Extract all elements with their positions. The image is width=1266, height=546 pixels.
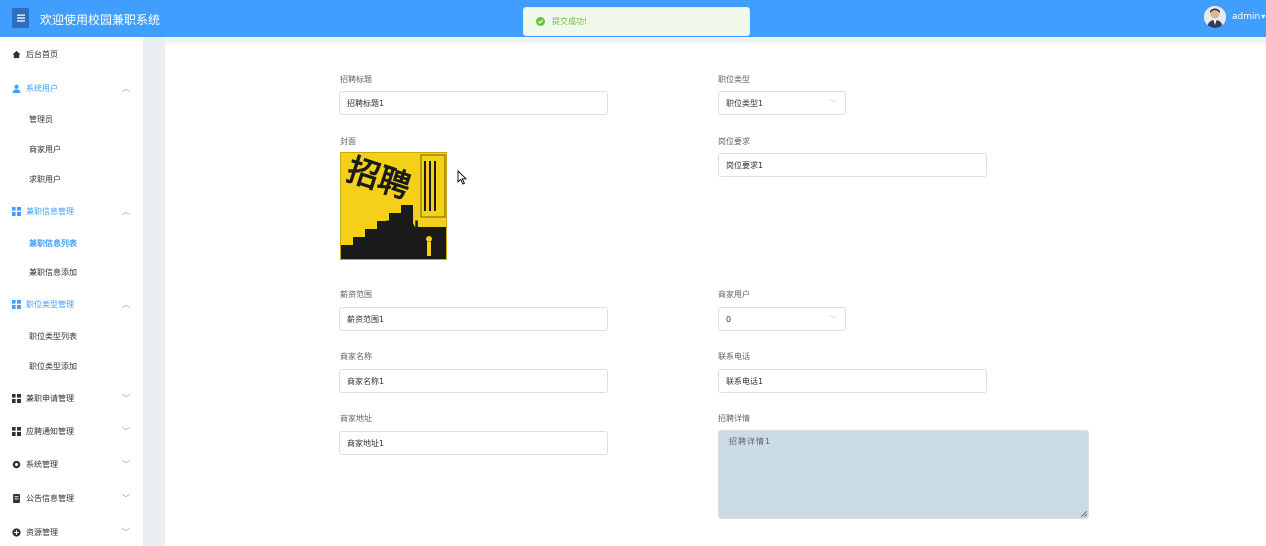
sidebar-item-job-type[interactable]: 职位类型管理 ︿: [0, 289, 143, 319]
sidebar-subitem-label: 商家用户: [29, 144, 61, 154]
requirement-input[interactable]: 岗位要求1: [718, 153, 987, 177]
sidebar: 后台首页 系统用户 ︿ 管理员 商家用户 求职用户 兼职信息管理 ︿ 兼职信息列…: [0, 37, 143, 546]
sidebar-subitem-admin[interactable]: 管理员: [0, 104, 143, 134]
job-type-select[interactable]: 职位类型1 ﹀: [718, 91, 846, 115]
grid-icon: [12, 426, 21, 436]
job-type-select-value: 职位类型1: [726, 98, 764, 108]
title-input[interactable]: 招聘标题1: [339, 91, 608, 115]
gear-icon: [12, 460, 21, 469]
user-icon: [12, 84, 21, 93]
grid-icon: [12, 299, 21, 309]
sidebar-subitem-parttime-add[interactable]: 兼职信息添加: [0, 257, 143, 287]
salary-label: 薪资范围: [340, 290, 372, 299]
address-input[interactable]: 商家地址1: [339, 431, 608, 455]
merchant-name-input[interactable]: 商家名称1: [339, 369, 608, 393]
detail-label: 招聘详情: [718, 414, 750, 423]
sidebar-subitem-label: 职位类型添加: [29, 361, 77, 371]
mouse-cursor-icon: [457, 170, 467, 185]
sidebar-item-label: 兼职信息管理: [26, 206, 74, 216]
chevron-down-icon: ﹀: [122, 493, 130, 503]
sidebar-subitem-label: 管理员: [29, 114, 53, 124]
phone-input[interactable]: 联系电话1: [718, 369, 987, 393]
sidebar-item-parttime-info[interactable]: 兼职信息管理 ︿: [0, 196, 143, 226]
sidebar-item-resources[interactable]: 资源管理 ﹀: [0, 517, 143, 546]
title-label: 招聘标题: [340, 75, 372, 84]
username: admin: [1232, 12, 1261, 22]
sidebar-item-label: 系统用户: [26, 83, 58, 93]
app-title: 欢迎使用校园兼职系统: [40, 13, 161, 27]
sidebar-item-label: 职位类型管理: [26, 299, 74, 309]
sidebar-item-system-users[interactable]: 系统用户 ︿: [0, 73, 143, 103]
sidebar-subitem-job-type-add[interactable]: 职位类型添加: [0, 351, 143, 381]
chevron-up-icon: ︿: [122, 83, 130, 93]
grid-icon: [12, 206, 21, 216]
hamburger-icon: [16, 14, 25, 22]
user-menu[interactable]: admin▾: [1232, 12, 1265, 22]
sidebar-subitem-parttime-list[interactable]: 兼职信息列表: [0, 228, 143, 258]
plus-circle-icon: [12, 527, 21, 537]
sidebar-item-label: 公告信息管理: [26, 493, 74, 503]
sidebar-subitem-label: 求职用户: [29, 174, 61, 184]
sidebar-item-applications[interactable]: 兼职申请管理 ﹀: [0, 383, 143, 413]
detail-textarea[interactable]: 招聘详情1: [718, 430, 1089, 519]
document-icon: [12, 493, 21, 503]
main-content: [165, 43, 1266, 546]
merchant-user-select[interactable]: 0 ﹀: [718, 307, 846, 331]
sidebar-item-system[interactable]: 系统管理 ﹀: [0, 449, 143, 479]
user-avatar[interactable]: [1204, 6, 1226, 28]
chevron-up-icon: ︿: [122, 206, 130, 216]
cover-label: 封面: [340, 137, 356, 146]
detail-textarea-value: 招聘详情1: [729, 437, 772, 446]
sidebar-item-home[interactable]: 后台首页: [0, 39, 143, 69]
merchant-user-label: 商家用户: [718, 290, 750, 299]
sidebar-subitem-job-type-list[interactable]: 职位类型列表: [0, 321, 143, 351]
cover-image[interactable]: 招聘 JOIN: [340, 152, 447, 260]
sidebar-subitem-label: 职位类型列表: [29, 331, 77, 341]
sidebar-item-label: 后台首页: [26, 49, 58, 59]
address-label: 商家地址: [340, 414, 372, 423]
sidebar-subitem-merchant-users[interactable]: 商家用户: [0, 134, 143, 164]
merchant-user-select-value: 0: [726, 314, 732, 324]
sidebar-item-label: 应聘通知管理: [26, 426, 74, 436]
chevron-up-icon: ︿: [122, 299, 130, 309]
chevron-down-icon: ﹀: [122, 426, 130, 436]
salary-input[interactable]: 薪资范围1: [339, 307, 608, 331]
menu-toggle-button[interactable]: [12, 8, 29, 28]
content-gutter: [143, 37, 165, 546]
success-toast: 提交成功!: [523, 7, 750, 36]
sidebar-item-label: 系统管理: [26, 459, 58, 469]
sidebar-item-label: 资源管理: [26, 527, 58, 537]
sidebar-item-label: 兼职申请管理: [26, 393, 74, 403]
sidebar-item-announcements[interactable]: 公告信息管理 ﹀: [0, 483, 143, 513]
resize-handle-icon[interactable]: [1081, 511, 1087, 517]
check-circle-icon: [536, 17, 545, 26]
toast-message: 提交成功!: [552, 17, 588, 26]
chevron-down-icon: ﹀: [122, 393, 130, 403]
cover-join-text: JOIN: [384, 219, 419, 235]
sidebar-item-notifications[interactable]: 应聘通知管理 ﹀: [0, 416, 143, 446]
home-icon: [12, 50, 21, 59]
sidebar-subitem-label: 兼职信息列表: [29, 238, 77, 248]
merchant-name-label: 商家名称: [340, 352, 372, 361]
grid-icon: [12, 393, 21, 403]
chevron-down-icon: ﹀: [122, 459, 130, 469]
chevron-down-icon: ▾: [1261, 12, 1266, 21]
phone-label: 联系电话: [718, 352, 750, 361]
requirement-label: 岗位要求: [718, 137, 750, 146]
chevron-down-icon: ﹀: [829, 315, 837, 324]
chevron-down-icon: ﹀: [829, 99, 837, 108]
chevron-down-icon: ﹀: [122, 527, 130, 537]
job-type-label: 职位类型: [718, 75, 750, 84]
sidebar-subitem-job-seekers[interactable]: 求职用户: [0, 164, 143, 194]
sidebar-subitem-label: 兼职信息添加: [29, 267, 77, 277]
